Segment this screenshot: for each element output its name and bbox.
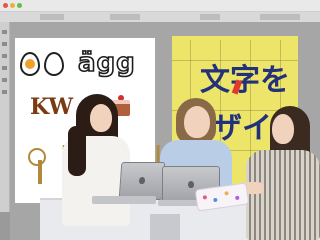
toolbar-chip [40,14,64,20]
photo-scene: ägg KW NYL 文字を デザイ [0,0,320,240]
tool-icon [2,42,7,46]
key-shaft [38,160,42,184]
face [272,114,294,144]
toolbar-chip [200,14,220,20]
tool-icon [2,78,7,82]
face [90,104,112,132]
striped-shirt [246,150,320,240]
pattern-dot [202,195,208,200]
key-icon [28,148,46,166]
yolk-icon [25,59,35,69]
close-dot-icon [3,3,8,8]
minimize-dot-icon [10,3,15,8]
tool-icon [2,54,7,58]
toolbar-chip [260,14,300,20]
tool-icon [2,66,7,70]
app-menubar [0,0,320,12]
tool-icon [2,90,7,94]
guide-line [172,60,298,61]
laptop-left [118,162,166,200]
row2-glyphs: KW [30,94,74,120]
egg-right-icon [44,52,64,76]
tool-icon [2,30,7,34]
table-leg [150,214,180,240]
pattern-dot [235,195,240,201]
pattern-dot [213,197,218,203]
row1-glyphs: ägg [77,48,136,78]
laptop-left-base [92,196,156,204]
japanese-line1: 文字を [200,63,290,98]
toolbar-chip [110,14,140,20]
face [184,106,210,138]
zoom-dot-icon [17,3,22,8]
apple-logo-icon [138,177,146,184]
hair-strand [68,126,86,176]
pattern-dot [224,191,229,196]
apple-logo-icon [188,181,194,188]
tools-panel [0,22,10,212]
egg-left-icon [20,52,40,76]
